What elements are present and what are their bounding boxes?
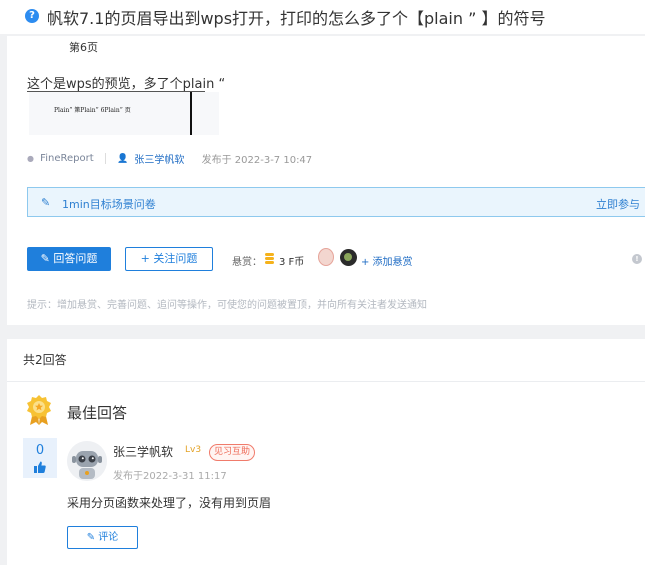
publish-time: 发布于 2022-3-7 10:47: [201, 155, 313, 166]
question-card: 第6页 这个是wps的预览，多了个plain “ Plain” 第Plain” …: [7, 36, 645, 325]
pencil-icon: ✎: [40, 252, 50, 265]
author-link[interactable]: 张三学帆软: [134, 151, 184, 166]
preview-image[interactable]: Plain” 第Plain” 6Plain” 页: [29, 92, 219, 135]
survey-edit-icon: ✎: [41, 196, 51, 209]
sponsor-avatar[interactable]: [318, 248, 334, 266]
user-icon: 👤: [117, 153, 129, 164]
hint-text: 提示：增加悬赏、完善问题、追问等操作，可使您的问题被置顶，并向所有关注者发送通知: [27, 300, 427, 311]
survey-join-link[interactable]: 立即参与: [596, 196, 640, 212]
answerer-name[interactable]: 张三学帆软: [113, 443, 173, 460]
sponsor-avatar[interactable]: [340, 249, 357, 266]
follow-question-button[interactable]: + 关注问题: [125, 247, 213, 271]
answerer-badge: 见习互助: [209, 444, 256, 461]
answers-card: 共2回答 最佳回答 0 张三学帆软 Lv3 见习互助 发布于2022-3-31 …: [7, 339, 645, 565]
upvote-button[interactable]: 0: [23, 438, 57, 478]
meta-separator: [104, 153, 106, 164]
question-header: ? 帆软7.1的页眉导出到wps打开，打印的怎么多了个【plain ” 】的符号: [0, 0, 645, 34]
divider: [7, 381, 645, 382]
answer-content: 采用分页函数来处理了，没有用到页眉: [67, 496, 272, 510]
best-answer-title: 最佳回答: [67, 404, 128, 422]
preview-cursor-bar: [190, 92, 192, 135]
answerer-avatar[interactable]: [67, 441, 107, 481]
page-label: 第6页: [69, 41, 98, 54]
tag-link[interactable]: FineReport: [40, 153, 93, 164]
add-reward-link[interactable]: + 添加悬赏: [361, 253, 413, 268]
reward-label: 悬赏：: [232, 257, 262, 268]
medal-icon: [27, 395, 51, 425]
survey-text: 1min目标场景问卷: [62, 198, 156, 211]
preview-text: Plain” 第Plain” 6Plain” 页: [54, 107, 131, 114]
question-meta: ● FineReport 👤 张三学帆软 发布于 2022-3-7 10:47: [27, 151, 313, 166]
answer-question-button[interactable]: ✎ 回答问题: [27, 247, 111, 271]
comment-button[interactable]: ✎ 评论: [67, 526, 138, 549]
edit-icon: ✎: [86, 532, 96, 543]
tag-icon: ●: [27, 154, 34, 163]
answer-time: 发布于2022-3-31 11:17: [113, 471, 227, 482]
answerer-level: Lv3: [185, 445, 202, 455]
vote-count: 0: [35, 443, 45, 458]
info-icon[interactable]: !: [632, 254, 642, 264]
reward-amount: 3 F币: [279, 257, 305, 268]
question-title: 帆软7.1的页眉导出到wps打开，打印的怎么多了个【plain ” 】的符号: [47, 9, 546, 28]
plus-icon: +: [140, 252, 150, 265]
question-description: 这个是wps的预览，多了个plain “: [27, 77, 226, 92]
answer-count: 共2回答: [23, 353, 67, 367]
question-circle-icon: ?: [25, 9, 39, 23]
thumbs-up-icon: [34, 461, 46, 473]
survey-banner[interactable]: ✎ 1min目标场景问卷 立即参与: [27, 187, 645, 217]
coin-icon: [265, 253, 274, 264]
